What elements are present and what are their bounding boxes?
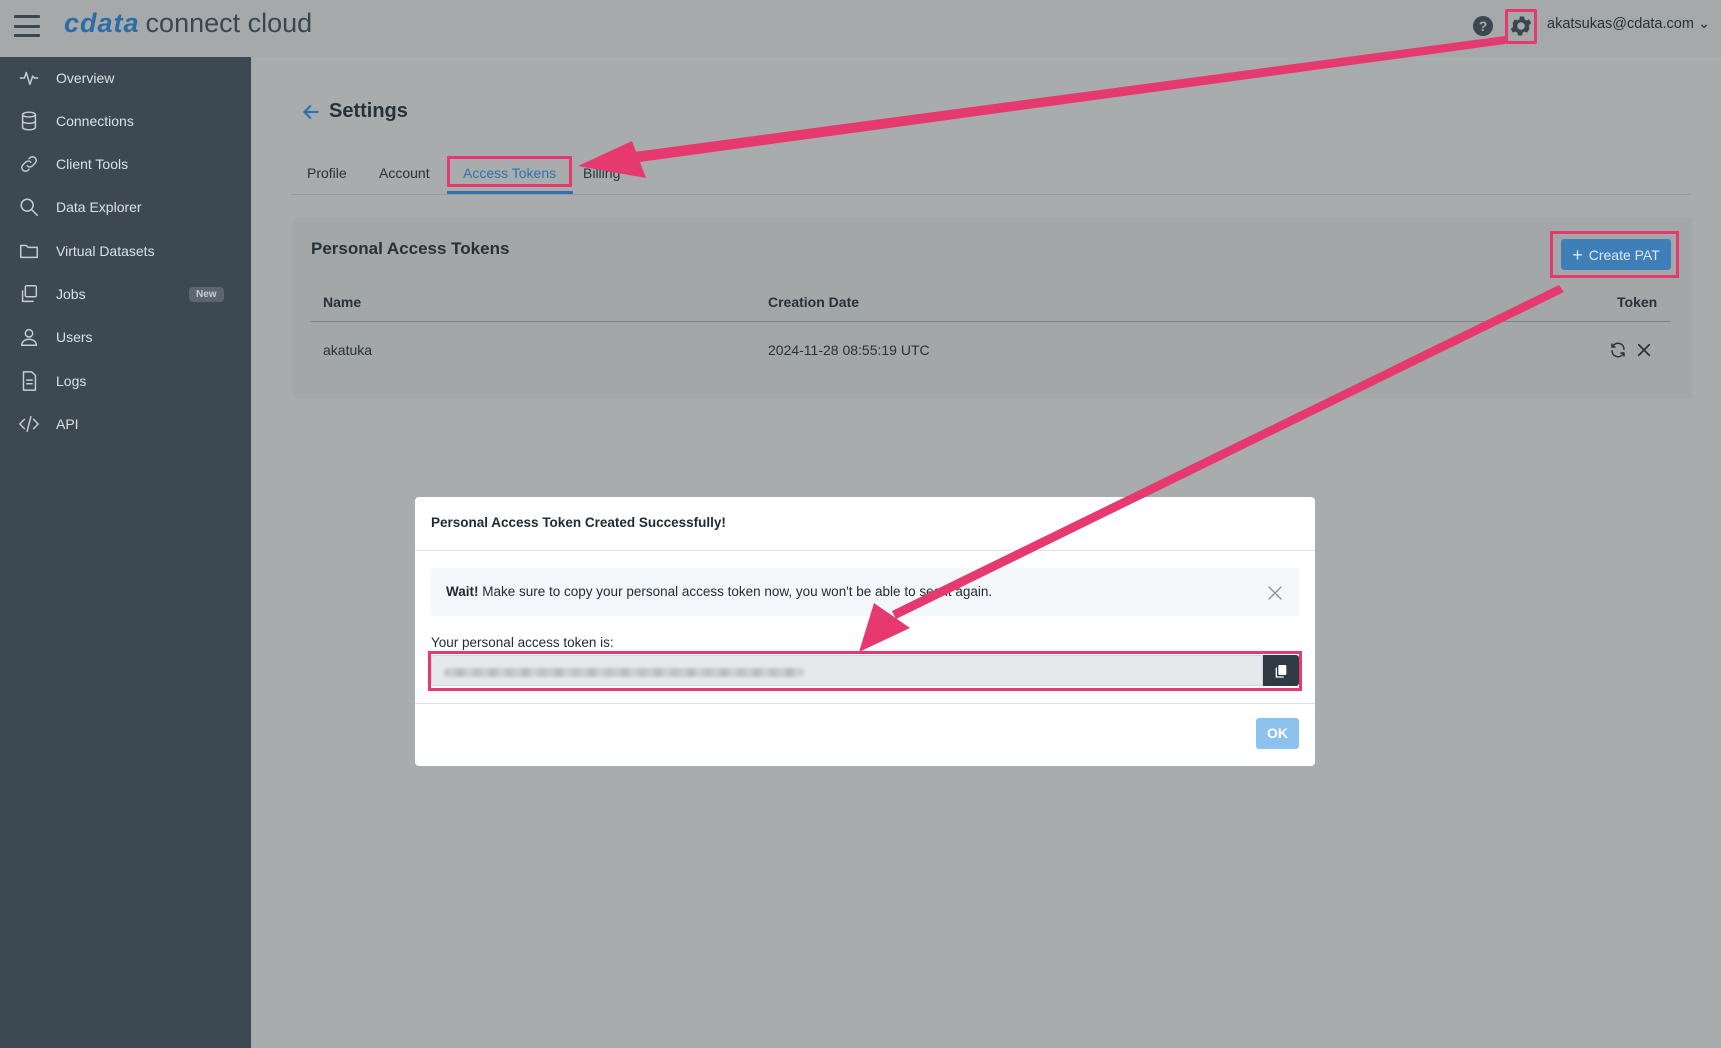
page-title-text: Settings xyxy=(329,100,408,122)
new-badge: New xyxy=(189,286,224,302)
top-bar: cdata connect cloud ? akatsukas@cdata.com… xyxy=(0,0,1721,57)
sidebar-item-api[interactable]: API xyxy=(0,404,251,444)
user-email: akatsukas@cdata.com xyxy=(1547,16,1694,32)
sidebar-item-connections[interactable]: Connections xyxy=(0,101,251,141)
close-icon[interactable] xyxy=(1266,584,1284,602)
sidebar-item-overview[interactable]: Overview xyxy=(0,58,251,98)
alert-message: Make sure to copy your personal access t… xyxy=(478,584,993,599)
ok-button[interactable]: OK xyxy=(1256,718,1299,749)
row-creation-date-cell: 2024-11-28 08:55:19 UTC xyxy=(768,342,930,358)
link-icon xyxy=(21,156,37,172)
user-icon xyxy=(20,328,38,346)
document-icon xyxy=(22,371,37,391)
user-menu[interactable]: akatsukas@cdata.com ⌄ xyxy=(1547,16,1710,32)
sidebar-item-data-explorer[interactable]: Data Explorer xyxy=(0,187,251,227)
modal-title: Personal Access Token Created Successful… xyxy=(431,515,726,530)
token-highlight-box xyxy=(428,651,1302,691)
search-icon xyxy=(20,198,38,216)
alert-strong: Wait! xyxy=(446,584,479,599)
pat-section-title: Personal Access Tokens xyxy=(311,239,510,258)
column-header-creation-date[interactable]: Creation Date xyxy=(768,294,859,310)
hamburger-menu-icon[interactable] xyxy=(14,15,40,37)
sidebar-item-label: Connections xyxy=(56,113,134,129)
sidebar-item-label: Logs xyxy=(56,373,87,389)
chevron-down-icon: ⌄ xyxy=(1697,16,1711,32)
code-icon xyxy=(19,415,39,433)
create-pat-highlight-box xyxy=(1550,231,1679,278)
sidebar: Overview Connections Client Tools Data E… xyxy=(0,57,251,1048)
database-icon xyxy=(21,111,37,131)
back-arrow-icon[interactable] xyxy=(301,102,321,122)
active-tab-indicator xyxy=(447,191,573,194)
sidebar-item-label: Virtual Datasets xyxy=(56,243,155,259)
sidebar-item-label: Client Tools xyxy=(56,156,129,172)
delete-icon[interactable] xyxy=(1635,341,1653,359)
row-name-cell: akatuka xyxy=(323,342,373,358)
sidebar-item-label: API xyxy=(56,416,79,432)
tab-billing[interactable]: Billing xyxy=(583,165,620,181)
table-divider xyxy=(311,321,1671,322)
page-title: Settings xyxy=(301,100,408,123)
sidebar-item-logs[interactable]: Logs xyxy=(0,361,251,401)
copy-icon xyxy=(21,285,38,303)
sidebar-item-label: Data Explorer xyxy=(56,199,142,215)
alert-text: Wait! Make sure to copy your personal ac… xyxy=(446,584,992,599)
sidebar-item-label: Overview xyxy=(56,70,115,86)
token-created-modal: Personal Access Token Created Successful… xyxy=(415,497,1315,766)
logo-product: connect cloud xyxy=(145,8,313,38)
sidebar-item-label: Users xyxy=(56,329,93,345)
copy-warning-alert: Wait! Make sure to copy your personal ac… xyxy=(431,568,1299,616)
column-header-name[interactable]: Name xyxy=(323,294,361,310)
column-header-token: Token xyxy=(1617,294,1658,310)
sidebar-item-users[interactable]: Users xyxy=(0,317,251,357)
refresh-icon[interactable] xyxy=(1609,341,1627,359)
access-tokens-highlight-box xyxy=(447,156,572,187)
tab-account[interactable]: Account xyxy=(379,165,430,181)
app-logo[interactable]: cdata connect cloud xyxy=(64,8,312,39)
folder-icon xyxy=(20,244,38,259)
sidebar-item-label: Jobs xyxy=(56,286,86,302)
help-icon[interactable]: ? xyxy=(1473,16,1493,36)
sidebar-item-jobs[interactable]: Jobs New xyxy=(0,274,251,314)
activity-icon xyxy=(19,71,39,86)
modal-footer-divider xyxy=(415,703,1315,704)
modal-divider xyxy=(415,550,1315,551)
token-label: Your personal access token is: xyxy=(431,635,614,650)
gear-highlight-box xyxy=(1505,9,1537,44)
sidebar-item-client-tools[interactable]: Client Tools xyxy=(0,144,251,184)
sidebar-item-virtual-datasets[interactable]: Virtual Datasets xyxy=(0,231,251,271)
tab-profile[interactable]: Profile xyxy=(307,165,347,181)
logo-brand: cdata xyxy=(64,8,140,38)
